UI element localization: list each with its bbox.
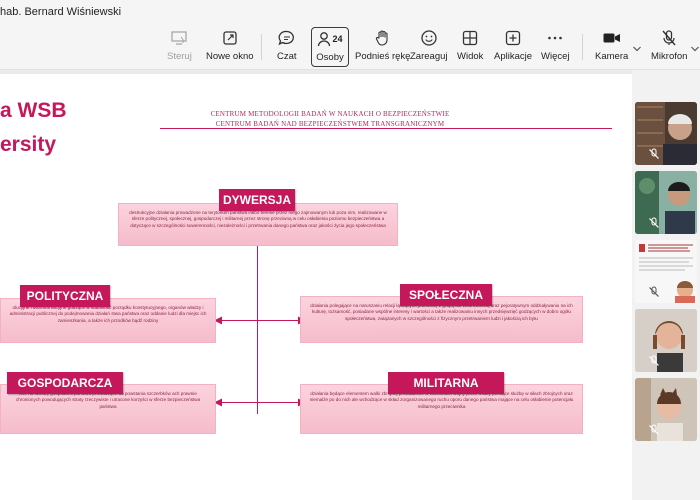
connector-bottom	[220, 402, 300, 403]
diversion-definition-text: destrukcyjne działania prowadzone na ter…	[129, 210, 387, 228]
political-definition-text: olucyjne i dezinformacyjne godzące w sta…	[9, 305, 207, 323]
people-button[interactable]: 24 Osoby	[311, 27, 349, 67]
react-button[interactable]: Zareaguj	[410, 27, 448, 67]
shared-presentation-slide: a WSB ersity CENTRUM METODOLOGII BADAŃ W…	[0, 74, 632, 500]
participant-3-video-tile[interactable]	[635, 240, 697, 303]
pop-out-icon	[221, 27, 239, 49]
participant-1-video-tile[interactable]	[635, 102, 697, 165]
chat-label: Czat	[277, 51, 297, 62]
apps-button[interactable]: Aplikacje	[494, 27, 532, 67]
add-app-icon	[504, 27, 522, 49]
new-window-label: Nowe okno	[206, 51, 254, 62]
stop-control-button[interactable]: Steruj	[167, 27, 192, 67]
mic-off-icon	[660, 27, 678, 49]
participant-5-video-tile[interactable]	[635, 378, 697, 441]
connector-middle	[220, 320, 300, 321]
slide-header-line-1: CENTRUM METODOLOGII BADAŃ W NAUKACH O BE…	[210, 110, 450, 118]
participant-5-mic-off-icon	[649, 424, 659, 435]
mic-options-chevron-icon[interactable]	[690, 40, 700, 58]
participant-4-video-icon	[635, 309, 697, 372]
people-count: 24	[332, 34, 343, 44]
microphone-button[interactable]: Mikrofon	[651, 27, 687, 67]
header-rule	[160, 128, 612, 129]
political-title: POLITYCZNA	[20, 285, 110, 307]
more-label: Więcej	[541, 51, 570, 62]
grid-view-icon	[461, 27, 479, 49]
slide-brand-line-2: ersity	[0, 133, 57, 156]
camera-button[interactable]: Kamera	[595, 27, 628, 67]
military-title: MILITARNA	[388, 372, 504, 394]
camera-label: Kamera	[595, 51, 629, 62]
toolbar-divider	[261, 34, 262, 60]
people-icon-group: 24	[317, 28, 343, 50]
participant-4-video-tile[interactable]	[635, 309, 697, 372]
title-bar: hab. Bernard Wiśniewski	[0, 0, 700, 24]
more-button[interactable]: Więcej	[541, 27, 570, 67]
meeting-toolbar: Steruj Nowe okno Czat 24 Osoby Podnieś r…	[0, 24, 700, 70]
participant-2-mic-off-icon	[649, 217, 659, 228]
view-button[interactable]: Widok	[457, 27, 483, 67]
participant-video-panel[interactable]	[632, 70, 700, 500]
mic-label: Mikrofon	[651, 51, 688, 62]
hand-icon	[374, 27, 392, 49]
participant-3-mic-off-icon	[649, 286, 659, 297]
connector-vertical	[257, 246, 258, 414]
participant-4-mic-off-icon	[649, 355, 659, 366]
chat-button[interactable]: Czat	[277, 27, 297, 67]
slide-header-line-2: CENTRUM BADAŃ NAD BEZPIECZEŃSTWEM TRANSG…	[215, 120, 445, 128]
raise-hand-button[interactable]: Podnieś rękę	[355, 27, 410, 67]
apps-label: Aplikacje	[494, 51, 533, 62]
participant-3-document-thumbnail-icon	[635, 240, 697, 303]
toolbar-divider	[582, 34, 583, 60]
chat-icon	[278, 27, 296, 49]
screen-control-icon	[170, 27, 188, 49]
window-title: hab. Bernard Wiśniewski	[0, 6, 122, 18]
participant-2-video-icon	[635, 171, 697, 234]
view-label: Widok	[457, 51, 484, 62]
teams-meeting-window: hab. Bernard Wiśniewski Steruj Nowe okno…	[0, 0, 700, 500]
participant-1-mic-off-icon	[649, 148, 659, 159]
stop-control-label: Steruj	[167, 51, 192, 62]
person-icon	[318, 32, 331, 47]
participant-2-video-tile[interactable]	[635, 171, 697, 234]
camera-icon	[602, 27, 622, 49]
people-label: Osoby	[316, 52, 344, 63]
social-title: SPOŁECZNA	[400, 284, 492, 306]
diversion-title: DYWERSJA	[219, 189, 295, 211]
participant-1-video-icon	[635, 102, 697, 165]
more-dots-icon	[546, 27, 564, 49]
react-label: Zareaguj	[410, 51, 448, 62]
economic-title: GOSPODARCZA	[7, 372, 123, 394]
slide-brand-line-1: a WSB	[0, 99, 67, 122]
smiley-icon	[420, 27, 438, 49]
new-window-button[interactable]: Nowe okno	[206, 27, 254, 67]
participant-5-video-icon	[635, 378, 697, 441]
camera-options-chevron-icon[interactable]	[632, 40, 642, 58]
raise-hand-label: Podnieś rękę	[355, 51, 411, 62]
